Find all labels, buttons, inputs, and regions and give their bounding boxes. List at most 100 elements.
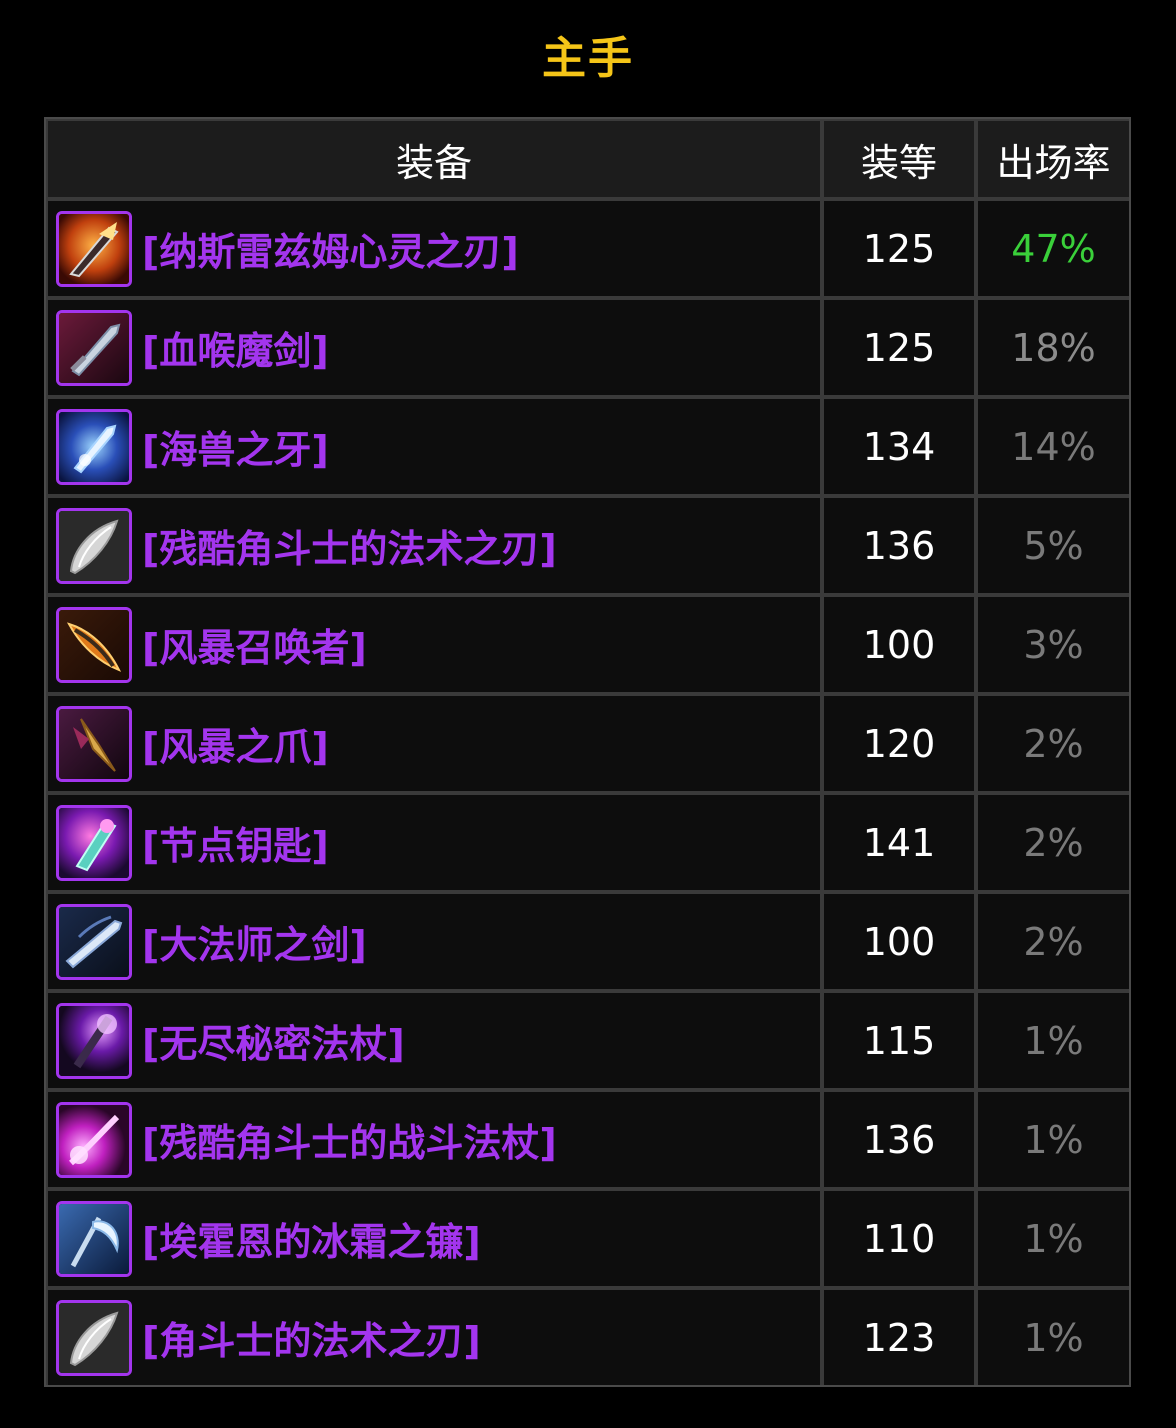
- item-name-link[interactable]: [节点钥匙]: [142, 815, 329, 870]
- item-level-value: 134: [862, 424, 936, 469]
- usage-rate-cell: 3%: [978, 597, 1129, 692]
- usage-rate-value: 1%: [1023, 1117, 1084, 1162]
- header-item: 装备: [48, 121, 820, 197]
- item-level-value: 110: [862, 1216, 936, 1261]
- item-cell[interactable]: [风暴召唤者]: [48, 597, 820, 692]
- item-level-value: 120: [862, 721, 936, 766]
- usage-rate-value: 1%: [1023, 1216, 1084, 1261]
- table-header: 装备 装等 出场率: [48, 121, 1129, 197]
- usage-rate-value: 3%: [1023, 622, 1084, 667]
- usage-rate-cell: 1%: [978, 1290, 1129, 1385]
- item-level-cell: 141: [824, 795, 974, 890]
- table-row[interactable]: [节点钥匙] 141 2%: [48, 795, 1129, 890]
- usage-rate-cell: 1%: [978, 1191, 1129, 1286]
- table-row[interactable]: [大法师之剑] 100 2%: [48, 894, 1129, 989]
- table-row[interactable]: [角斗士的法术之刃] 123 1%: [48, 1290, 1129, 1385]
- usage-rate-cell: 47%: [978, 201, 1129, 296]
- flaming-blade-icon[interactable]: [56, 210, 132, 287]
- archmage-sword-icon[interactable]: [56, 903, 132, 980]
- curved-blade-icon[interactable]: [56, 1299, 132, 1376]
- item-level-value: 136: [862, 523, 936, 568]
- item-cell[interactable]: [埃霍恩的冰霜之镰]: [48, 1191, 820, 1286]
- usage-rate-cell: 1%: [978, 1092, 1129, 1187]
- fel-sword-icon[interactable]: [56, 309, 132, 386]
- table-row[interactable]: [残酷角斗士的法术之刃] 136 5%: [48, 498, 1129, 593]
- item-cell[interactable]: [风暴之爪]: [48, 696, 820, 791]
- item-level-value: 141: [862, 820, 936, 865]
- table-row[interactable]: [风暴召唤者] 100 3%: [48, 597, 1129, 692]
- item-level-value: 100: [862, 622, 936, 667]
- item-name-link[interactable]: [大法师之剑]: [142, 914, 367, 969]
- usage-rate-cell: 2%: [978, 696, 1129, 791]
- usage-rate-value: 1%: [1023, 1018, 1084, 1063]
- item-level-cell: 134: [824, 399, 974, 494]
- item-cell[interactable]: [无尽秘密法杖]: [48, 993, 820, 1088]
- item-level-cell: 100: [824, 894, 974, 989]
- curved-blade-icon[interactable]: [56, 507, 132, 584]
- equipment-table: 装备 装等 出场率 [纳斯雷兹姆心灵之刃] 125 47% [血喉魔剑] 125 18%[…: [44, 117, 1131, 1387]
- usage-rate-value: 18%: [1011, 325, 1096, 370]
- usage-rate-value: 2%: [1023, 820, 1084, 865]
- pink-staff-icon[interactable]: [56, 1101, 132, 1178]
- table-row[interactable]: [血喉魔剑] 125 18%: [48, 300, 1129, 395]
- usage-rate-cell: 18%: [978, 300, 1129, 395]
- usage-rate-value: 1%: [1023, 1315, 1084, 1360]
- item-level-cell: 100: [824, 597, 974, 692]
- arcane-staff-icon[interactable]: [56, 1002, 132, 1079]
- item-name-link[interactable]: [角斗士的法术之刃]: [142, 1310, 481, 1365]
- item-cell[interactable]: [角斗士的法术之刃]: [48, 1290, 820, 1385]
- table-row[interactable]: [无尽秘密法杖] 115 1%: [48, 993, 1129, 1088]
- table-row[interactable]: [纳斯雷兹姆心灵之刃] 125 47%: [48, 201, 1129, 296]
- usage-rate-cell: 5%: [978, 498, 1129, 593]
- item-cell[interactable]: [节点钥匙]: [48, 795, 820, 890]
- item-name-link[interactable]: [血喉魔剑]: [142, 320, 329, 375]
- item-level-cell: 136: [824, 498, 974, 593]
- item-level-value: 136: [862, 1117, 936, 1162]
- ice-fang-icon[interactable]: [56, 408, 132, 485]
- usage-rate-value: 14%: [1011, 424, 1096, 469]
- page-title: 主手: [542, 33, 634, 84]
- table-row[interactable]: [残酷角斗士的战斗法杖] 136 1%: [48, 1092, 1129, 1187]
- item-name-link[interactable]: [埃霍恩的冰霜之镰]: [142, 1211, 481, 1266]
- fire-dagger-icon[interactable]: [56, 606, 132, 683]
- item-cell[interactable]: [纳斯雷兹姆心灵之刃]: [48, 201, 820, 296]
- item-level-cell: 125: [824, 300, 974, 395]
- item-level-cell: 120: [824, 696, 974, 791]
- item-level-value: 115: [862, 1018, 936, 1063]
- crystal-key-icon[interactable]: [56, 804, 132, 881]
- header-item-level: 装等: [824, 121, 974, 197]
- usage-rate-value: 5%: [1023, 523, 1084, 568]
- header-usage-rate: 出场率: [978, 121, 1129, 197]
- table-row[interactable]: [风暴之爪] 120 2%: [48, 696, 1129, 791]
- claw-dagger-icon[interactable]: [56, 705, 132, 782]
- frost-scythe-icon[interactable]: [56, 1200, 132, 1277]
- usage-rate-cell: 2%: [978, 795, 1129, 890]
- item-level-cell: 136: [824, 1092, 974, 1187]
- item-cell[interactable]: [残酷角斗士的法术之刃]: [48, 498, 820, 593]
- table-row[interactable]: [埃霍恩的冰霜之镰] 110 1%: [48, 1191, 1129, 1286]
- item-level-cell: 125: [824, 201, 974, 296]
- item-cell[interactable]: [残酷角斗士的战斗法杖]: [48, 1092, 820, 1187]
- usage-rate-cell: 1%: [978, 993, 1129, 1088]
- item-level-cell: 115: [824, 993, 974, 1088]
- usage-rate-value: 47%: [1011, 226, 1096, 271]
- item-level-cell: 123: [824, 1290, 974, 1385]
- item-name-link[interactable]: [风暴召唤者]: [142, 617, 367, 672]
- usage-rate-value: 2%: [1023, 919, 1084, 964]
- item-name-link[interactable]: [无尽秘密法杖]: [142, 1013, 405, 1068]
- item-name-link[interactable]: [风暴之爪]: [142, 716, 329, 771]
- item-cell[interactable]: [大法师之剑]: [48, 894, 820, 989]
- table-row[interactable]: [海兽之牙] 134 14%: [48, 399, 1129, 494]
- item-level-cell: 110: [824, 1191, 974, 1286]
- usage-rate-cell: 14%: [978, 399, 1129, 494]
- item-name-link[interactable]: [残酷角斗士的战斗法杖]: [142, 1112, 557, 1167]
- item-level-value: 125: [862, 226, 936, 271]
- item-level-value: 125: [862, 325, 936, 370]
- item-name-link[interactable]: [纳斯雷兹姆心灵之刃]: [142, 221, 519, 276]
- usage-rate-value: 2%: [1023, 721, 1084, 766]
- item-name-link[interactable]: [残酷角斗士的法术之刃]: [142, 518, 557, 573]
- item-cell[interactable]: [海兽之牙]: [48, 399, 820, 494]
- item-name-link[interactable]: [海兽之牙]: [142, 419, 329, 474]
- item-level-value: 123: [862, 1315, 936, 1360]
- item-cell[interactable]: [血喉魔剑]: [48, 300, 820, 395]
